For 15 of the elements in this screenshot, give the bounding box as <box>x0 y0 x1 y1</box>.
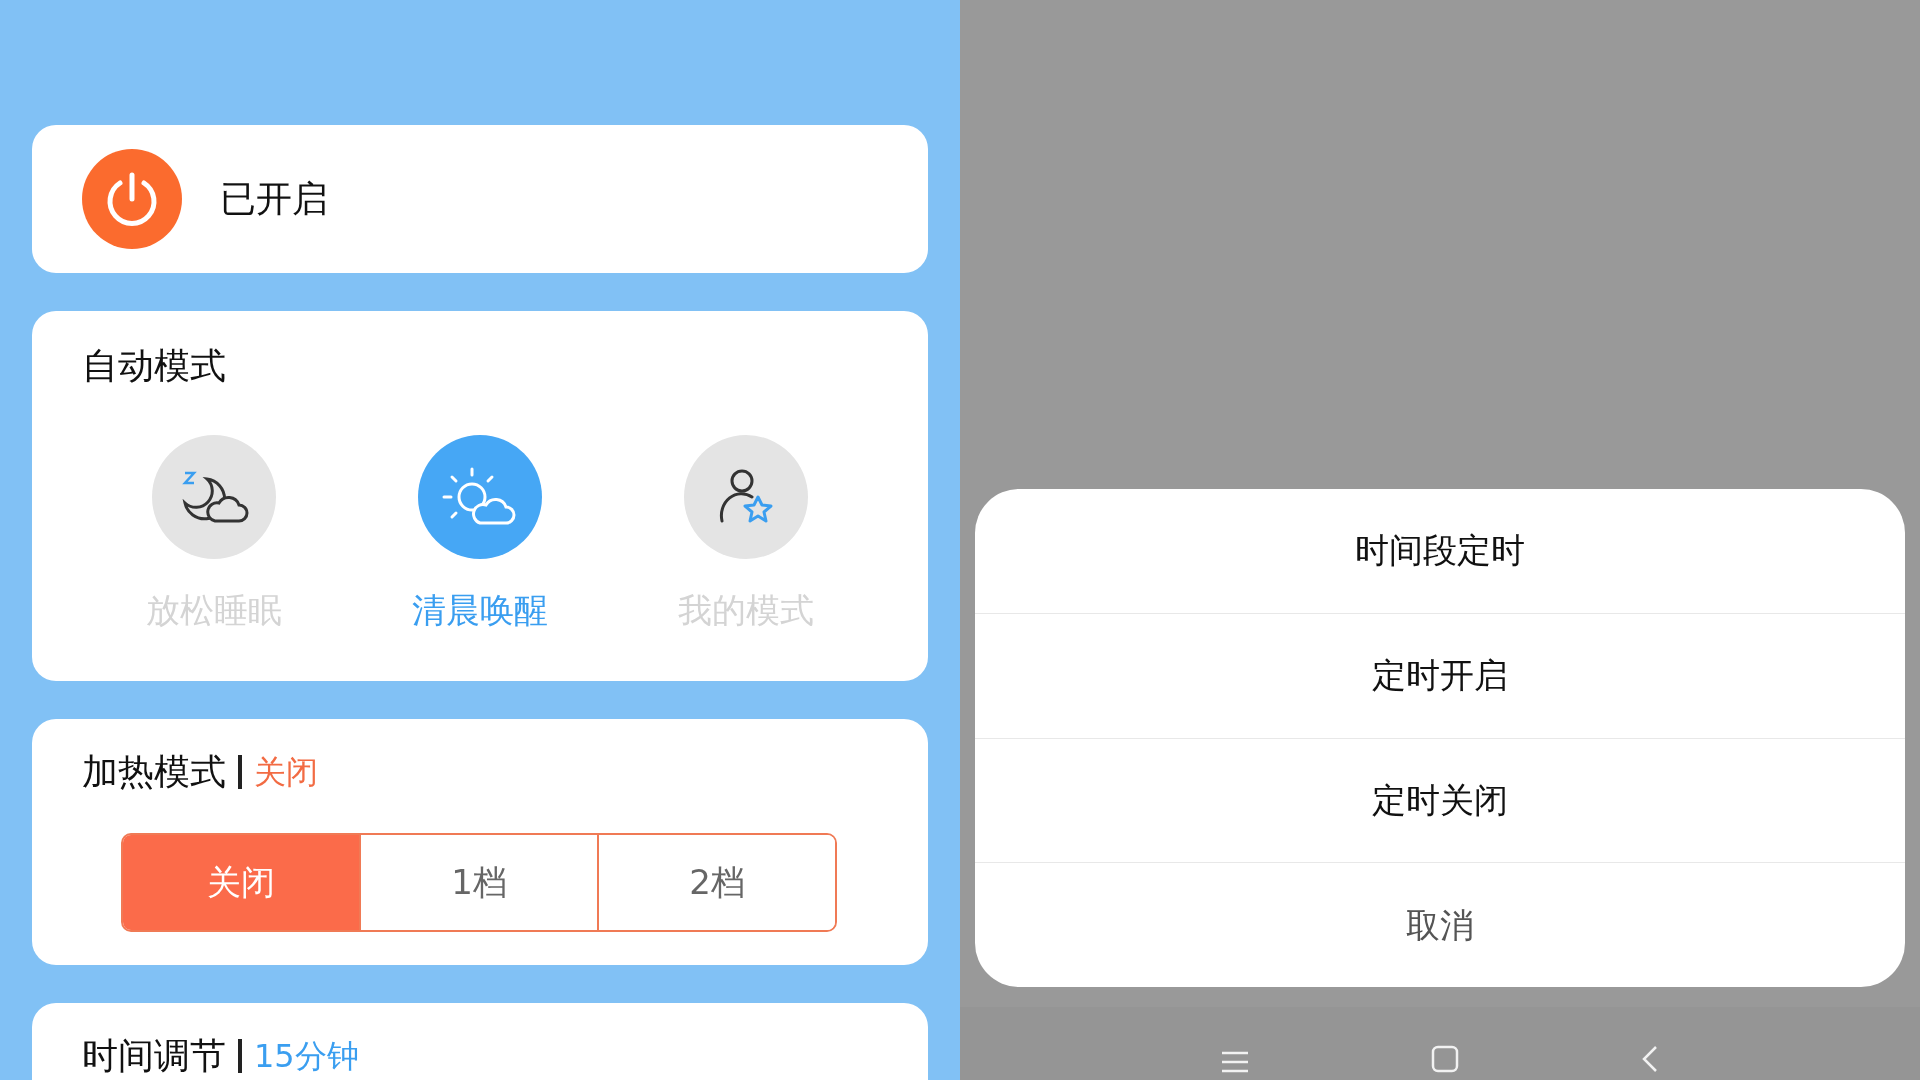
menu-icon[interactable] <box>1220 1050 1250 1074</box>
section-title: 加热模式 <box>82 750 226 794</box>
mode-label: 清晨唤醒 <box>412 589 548 632</box>
section-title: 自动模式 <box>81 344 227 388</box>
menu-item[interactable]: 定时开启 <box>975 612 1905 738</box>
timer-value: 15分钟 <box>254 1036 359 1077</box>
menu-item[interactable]: 定时关闭 <box>975 737 1905 863</box>
section-title: 时间调节 <box>82 1034 226 1078</box>
home-icon[interactable] <box>1430 1044 1460 1074</box>
level-option[interactable]: 2档 <box>597 835 835 930</box>
menu-item[interactable]: 时间段定时 <box>975 489 1905 613</box>
cancel-button[interactable]: 取消 <box>975 862 1905 987</box>
heating-status: 关闭 <box>254 752 318 793</box>
back-icon[interactable] <box>1640 1044 1660 1074</box>
power-status: 已开启 <box>220 177 328 221</box>
